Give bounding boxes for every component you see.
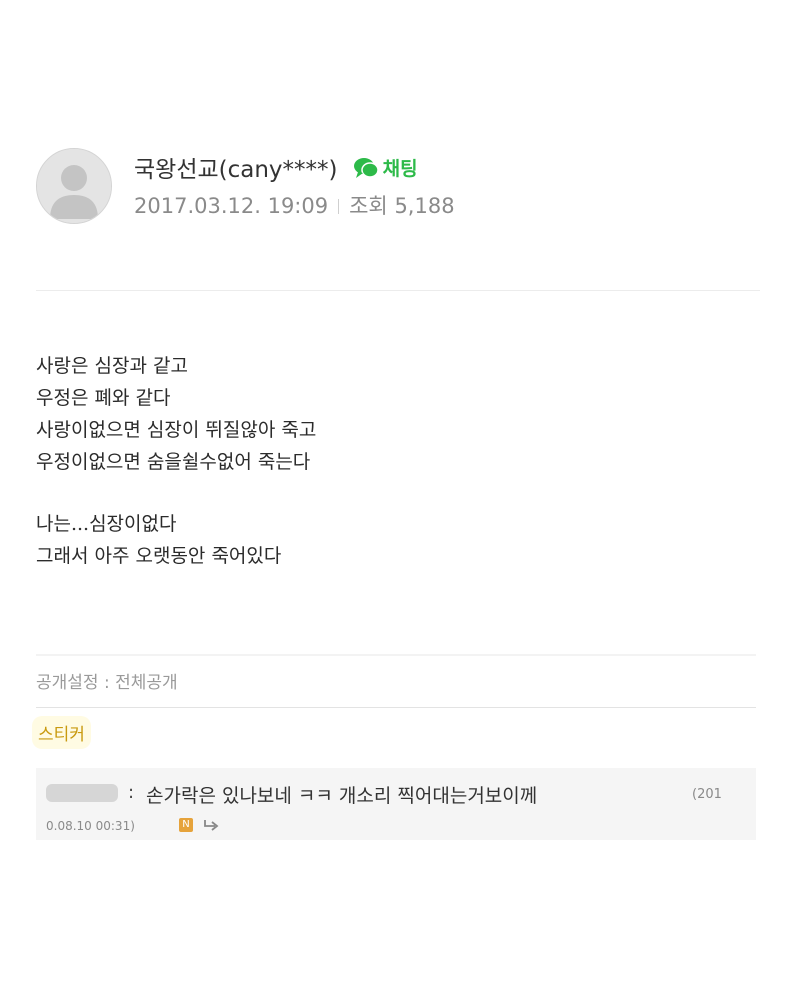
meta-divider	[338, 199, 340, 214]
body-line: 우정이없으면 숨을쉴수없어 죽는다	[36, 451, 311, 473]
post-date: 2017.03.12. 19:09	[134, 194, 329, 218]
post-header: 국왕선교(cany****) 채팅 2017.03.12. 19:09 조회 5,…	[36, 148, 760, 228]
body-line: 사랑이없으면 심장이 뛰질않아 죽고	[36, 419, 317, 441]
comment-date-start: (201	[692, 787, 722, 802]
chat-bubble-icon	[353, 157, 379, 178]
comment-text: 손가락은 있나보네 ㅋㅋ 개소리 찍어대는거보이께	[146, 785, 538, 807]
post-meta: 2017.03.12. 19:09 조회 5,188	[134, 190, 455, 220]
new-badge-icon: N	[179, 818, 193, 832]
body-divider	[36, 654, 756, 656]
footer-divider	[36, 707, 756, 708]
body-line: 그래서 아주 오랫동안 죽어있다	[36, 545, 282, 567]
comment-colon: :	[128, 782, 135, 803]
views-label: 조회	[349, 194, 388, 218]
body-line: 나는...심장이없다	[36, 513, 177, 535]
author-name[interactable]: 국왕선교(cany****)	[134, 157, 338, 183]
visibility-setting: 공개설정 : 전체공개	[36, 673, 178, 693]
sticker-button[interactable]: 스티커	[32, 716, 91, 749]
body-line: 우정은 폐와 같다	[36, 387, 171, 409]
default-avatar-icon[interactable]	[36, 148, 112, 224]
views-count: 5,188	[394, 194, 455, 218]
author-line: 국왕선교(cany****) 채팅	[134, 150, 418, 183]
comment-username-blurred[interactable]	[46, 784, 118, 802]
reply-arrow-icon[interactable]	[202, 817, 222, 837]
comment-date-end: 0.08.10 00:31)	[46, 819, 135, 833]
body-line: 사랑은 심장과 같고	[36, 355, 188, 377]
header-divider	[36, 290, 760, 291]
chat-label: 채팅	[382, 157, 418, 180]
post-body: 사랑은 심장과 같고 우정은 폐와 같다 사랑이없으면 심장이 뛰질않아 죽고 …	[36, 350, 760, 572]
comment-item: : 손가락은 있나보네 ㅋㅋ 개소리 찍어대는거보이께 (201 0.08.10…	[36, 768, 756, 840]
chat-button[interactable]: 채팅	[353, 154, 418, 181]
